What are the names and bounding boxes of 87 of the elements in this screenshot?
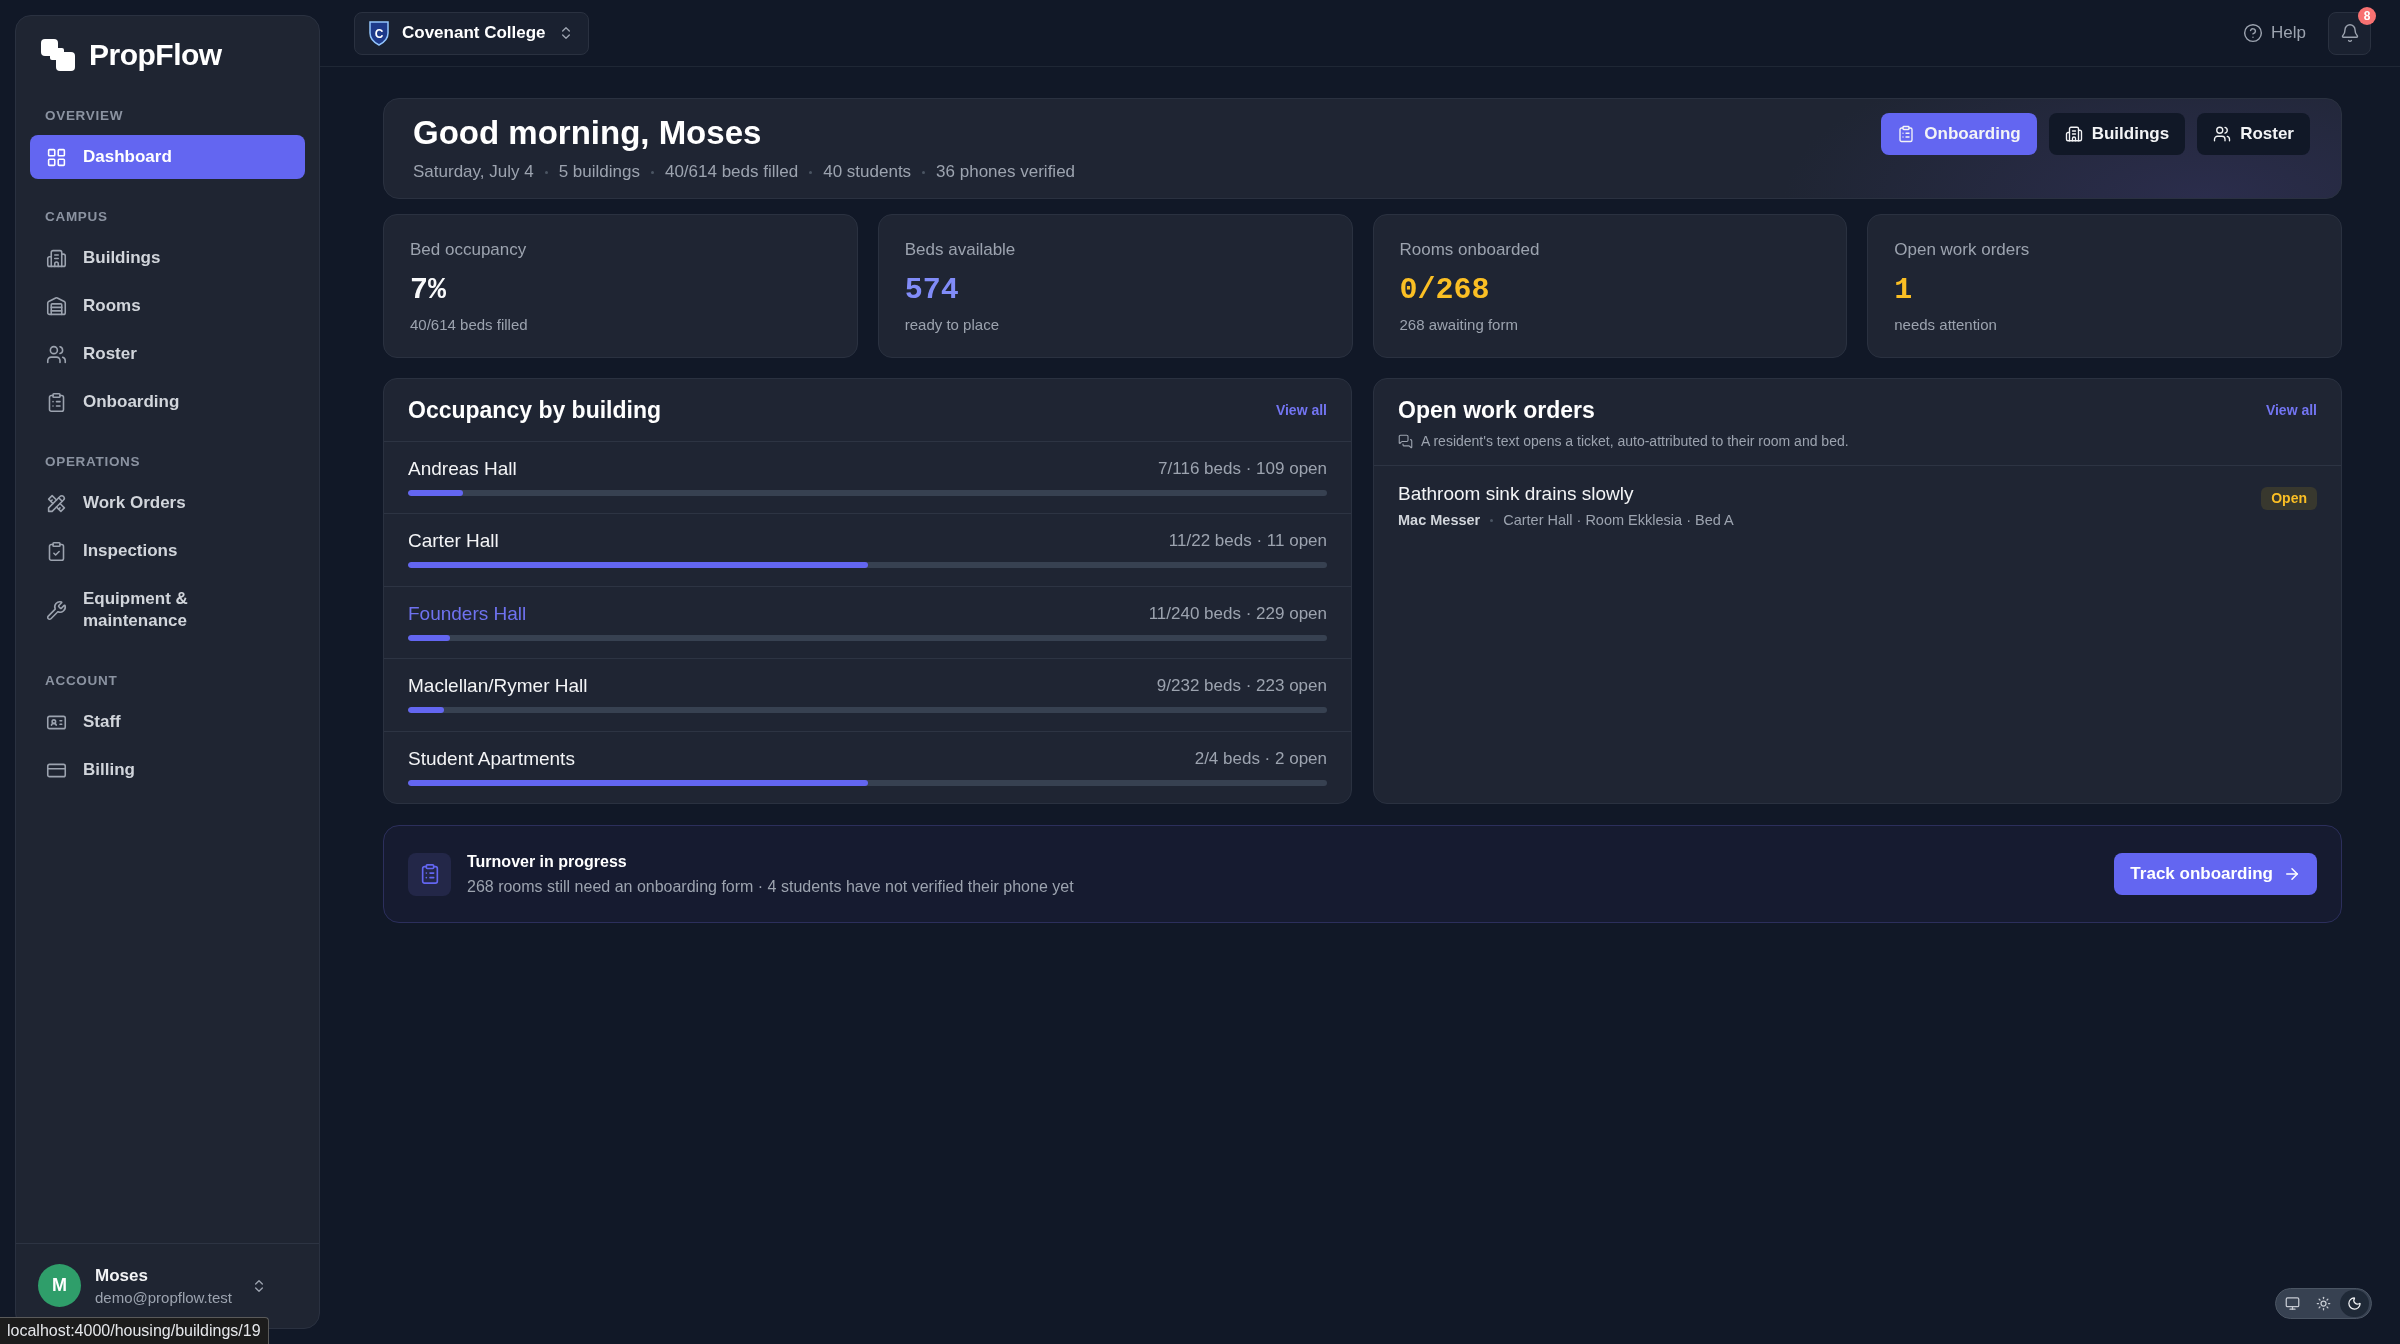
nav-item[interactable]: Inspections <box>30 529 305 573</box>
view-all-link[interactable]: View all <box>2265 402 2317 418</box>
quick-action-button[interactable]: Roster <box>2197 113 2310 155</box>
grid-icon <box>46 146 67 168</box>
nav-item[interactable]: Staff <box>30 700 305 744</box>
nav-item[interactable]: Rooms <box>30 284 305 328</box>
track-onboarding-button[interactable]: Track onboarding <box>2114 853 2317 895</box>
users-icon <box>2213 125 2232 143</box>
building-icon <box>46 247 67 269</box>
nav-section-heading: OPERATIONS <box>44 453 141 471</box>
brand-name: PropFlow <box>89 38 222 72</box>
link-preview-url: localhost:4000/housing/buildings/19 <box>0 1317 269 1344</box>
banner-title: Turnover in progress <box>467 851 628 872</box>
bed-summary: 11/22 beds · 11 open <box>1168 530 1327 553</box>
nav-item[interactable]: Onboarding <box>30 380 305 424</box>
help-icon <box>2243 23 2264 43</box>
work-order-location: Carter Hall · Room Ekklesia · Bed A <box>1503 511 1734 529</box>
summary-fact: 5 buildings <box>558 161 640 183</box>
nav-item[interactable]: Buildings <box>30 236 305 280</box>
building-link[interactable]: Maclellan/Rymer Hall <box>408 674 588 699</box>
panel-title: Occupancy by building <box>408 396 662 424</box>
chat-icon <box>1398 433 1413 449</box>
panel-hint: A resident's text opens a ticket, auto-attributed to their room and bed. <box>1421 432 1849 450</box>
nav-item[interactable]: Equipment & maintenance <box>30 577 305 643</box>
notification-count: 8 <box>2358 6 2376 25</box>
wrench-icon <box>46 599 67 621</box>
reporter-name: Mac Messer <box>1398 511 1481 529</box>
tools-icon <box>46 492 67 514</box>
summary-fact: 40 students <box>823 161 912 183</box>
shield-logo: C <box>368 20 390 46</box>
stat-value: 7% <box>410 272 446 308</box>
stat-note: 40/614 beds filled <box>410 315 528 335</box>
bell-icon <box>2339 23 2360 43</box>
nav-section-heading: ACCOUNT <box>44 672 118 690</box>
stat-label: Open work orders <box>1894 239 2030 261</box>
bed-summary: 2/4 beds · 2 open <box>1194 747 1327 770</box>
stat-label: Rooms onboarded <box>1399 239 1540 261</box>
stat-label: Bed occupancy <box>410 239 527 261</box>
building-link[interactable]: Founders Hall <box>408 601 527 626</box>
work-order-title[interactable]: Bathroom sink drains slowly <box>1398 482 1734 506</box>
users-icon <box>46 343 67 365</box>
clipboard-icon <box>408 852 451 896</box>
nav-item[interactable]: Billing <box>30 748 305 792</box>
status-badge: Open <box>2261 487 2317 510</box>
monitor-icon <box>2285 1296 2300 1311</box>
summary-fact: 40/614 beds filled <box>664 161 799 183</box>
stat-note: needs attention <box>1894 315 1997 335</box>
moon-icon <box>2347 1296 2362 1311</box>
greeting-title: Good morning, Moses <box>413 113 763 153</box>
user-email: demo@propflow.test <box>95 1287 232 1307</box>
help-link[interactable]: Help <box>2243 23 2306 43</box>
campus-selector[interactable]: C Covenant College <box>354 11 589 55</box>
building-link[interactable]: Andreas Hall <box>408 457 517 481</box>
clipboard-icon <box>46 391 67 413</box>
stat-note: ready to place <box>904 315 999 335</box>
nav-section-heading: OVERVIEW <box>44 107 124 125</box>
nav-item[interactable]: Work Orders <box>30 481 305 525</box>
stat-label: Beds available <box>904 239 1016 261</box>
nav-section-heading: CAMPUS <box>44 208 108 226</box>
clipboard-check-icon <box>46 540 67 562</box>
quick-action-button[interactable]: Onboarding <box>1881 113 2037 155</box>
logo-icon <box>41 39 75 71</box>
view-all-link[interactable]: View all <box>1275 402 1327 418</box>
panel-title: Open work orders <box>1398 396 1595 424</box>
bed-summary: 11/240 beds · 229 open <box>1148 602 1327 625</box>
nav-item[interactable]: Roster <box>30 332 305 376</box>
building-link[interactable]: Student Apartments <box>408 746 575 771</box>
summary-fact: 36 phones verified <box>936 161 1076 183</box>
stat-note: 268 awaiting form <box>1399 315 1518 335</box>
clipboard-icon <box>1897 125 1916 143</box>
warehouse-icon <box>46 295 67 317</box>
bed-summary: 7/116 beds · 109 open <box>1158 458 1327 480</box>
summary-fact: Saturday, July 4 <box>413 161 534 183</box>
nav-item[interactable]: Dashboard <box>30 135 305 179</box>
sun-icon <box>2316 1296 2331 1311</box>
theme-option[interactable] <box>2340 1290 2369 1317</box>
stat-value: 0/268 <box>1399 272 1490 308</box>
arrow-right-icon <box>2283 865 2301 883</box>
stat-value: 1 <box>1894 272 1913 308</box>
user-name: Moses <box>95 1264 149 1286</box>
bed-summary: 9/232 beds · 223 open <box>1156 675 1327 698</box>
stat-value: 574 <box>904 272 959 308</box>
user-avatar: M <box>38 1264 81 1307</box>
banner-message: 268 rooms still need an onboarding form · 4 students have not verified their phone yet <box>467 876 1074 897</box>
building-link[interactable]: Carter Hall <box>408 529 499 554</box>
quick-action-button[interactable]: Buildings <box>2048 113 2186 155</box>
building-icon <box>2064 125 2083 143</box>
